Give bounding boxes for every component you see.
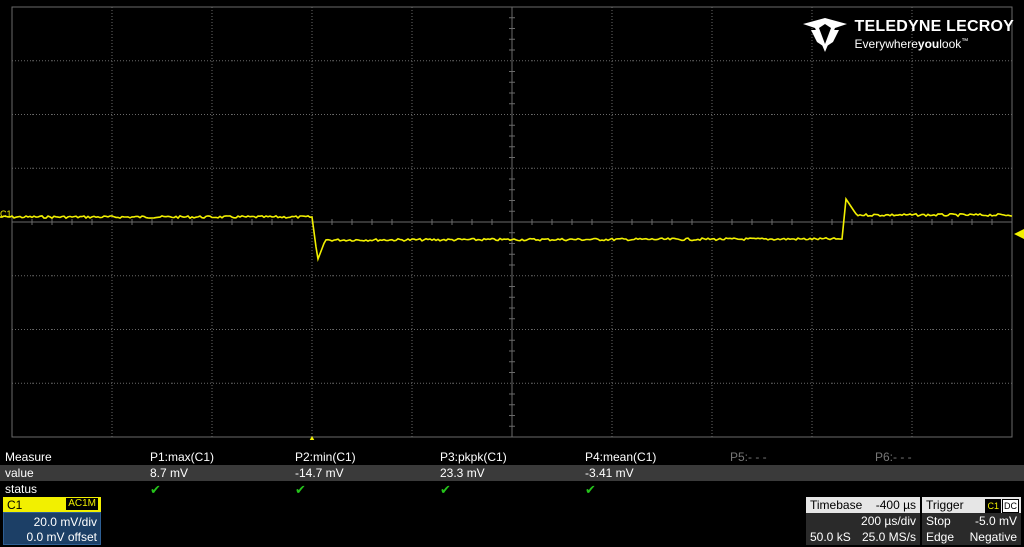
c1-trace	[0, 196, 1013, 263]
trigger-slope: Negative	[969, 530, 1017, 544]
value-row-label: value	[5, 466, 34, 480]
timebase-settings: 200 µs/div 50.0 kS 25.0 MS/s	[806, 513, 920, 545]
waveform-grid[interactable]: C1	[0, 0, 1024, 440]
trigger-settings: Stop -5.0 mV Edge Negative	[922, 513, 1021, 545]
timebase-descriptor[interactable]: Timebase -400 µs 200 µs/div 50.0 kS 25.0…	[806, 497, 920, 545]
measurement-table[interactable]: Measure P1:max(C1) P2:min(C1) P3:pkpk(C1…	[0, 449, 1024, 497]
param-p2-status-check-icon: ✔	[295, 482, 306, 497]
param-p3-value: 23.3 mV	[440, 466, 485, 480]
timebase-scale: 200 µs/div	[861, 514, 916, 528]
channel-c1-descriptor[interactable]: C1 AC1M 20.0 mV/div 0.0 mV offset	[3, 497, 101, 545]
status-row-label: status	[5, 482, 38, 496]
measure-value-row: value 8.7 mV -14.7 mV 23.3 mV -3.41 mV	[0, 465, 1024, 481]
trigger-source-badge: C1	[985, 499, 1001, 513]
channel-coupling-badge: AC1M	[66, 498, 98, 510]
trace-channel-label: C1	[0, 209, 12, 219]
trigger-label: Trigger	[926, 498, 964, 512]
trigger-coupling-badge: DC	[1002, 499, 1019, 513]
param-p4-value: -3.41 mV	[585, 466, 634, 480]
param-p4-status-check-icon: ✔	[585, 482, 596, 497]
timebase-samples: 50.0 kS	[810, 530, 851, 544]
param-p2-name[interactable]: P2:min(C1)	[295, 450, 356, 464]
brand-name: TELEDYNE LECROY	[854, 17, 1014, 35]
param-p2-value: -14.7 mV	[295, 466, 344, 480]
param-p1-status-check-icon: ✔	[150, 482, 161, 497]
channel-header: C1 AC1M	[3, 497, 101, 512]
trigger-descriptor[interactable]: Trigger C1 DC Stop -5.0 mV Edge Negative	[922, 497, 1021, 545]
channel-offset: 0.0 mV offset	[26, 530, 97, 544]
param-p1-name[interactable]: P1:max(C1)	[150, 450, 214, 464]
trigger-header: Trigger C1 DC	[922, 497, 1021, 513]
param-p3-status-check-icon: ✔	[440, 482, 451, 497]
param-p5-name[interactable]: P5:- - -	[730, 450, 767, 464]
channel-scale: 20.0 mV/div	[33, 515, 97, 529]
measure-row-label: Measure	[5, 450, 52, 464]
param-p1-value: 8.7 mV	[150, 466, 189, 480]
param-p6-name[interactable]: P6:- - -	[875, 450, 912, 464]
trigger-type: Edge	[926, 530, 955, 544]
trigger-level: -5.0 mV	[974, 514, 1017, 528]
timebase-delay: -400 µs	[875, 498, 916, 512]
brand-tagline: Everywhereyoulook™	[854, 36, 969, 51]
timebase-sample-rate: 25.0 MS/s	[861, 530, 916, 544]
oscilloscope-display: C1 TELEDYNE LECROY Everywhereyoulook™ Me…	[0, 0, 1024, 547]
measure-status-row: status ✔ ✔ ✔ ✔	[0, 481, 1024, 497]
timebase-label: Timebase	[810, 498, 863, 512]
param-p3-name[interactable]: P3:pkpk(C1)	[440, 450, 507, 464]
channel-name: C1	[7, 498, 23, 512]
brand-logo: TELEDYNE LECROY Everywhereyoulook™	[801, 14, 1014, 54]
teledyne-logo-icon	[802, 18, 847, 52]
param-p4-name[interactable]: P4:mean(C1)	[585, 450, 656, 464]
measure-header-row: Measure P1:max(C1) P2:min(C1) P3:pkpk(C1…	[0, 449, 1024, 465]
trigger-mode: Stop	[926, 514, 951, 528]
channel-settings: 20.0 mV/div 0.0 mV offset	[3, 512, 101, 545]
trace-level-marker-icon	[1014, 229, 1024, 239]
timebase-header: Timebase -400 µs	[806, 497, 920, 513]
